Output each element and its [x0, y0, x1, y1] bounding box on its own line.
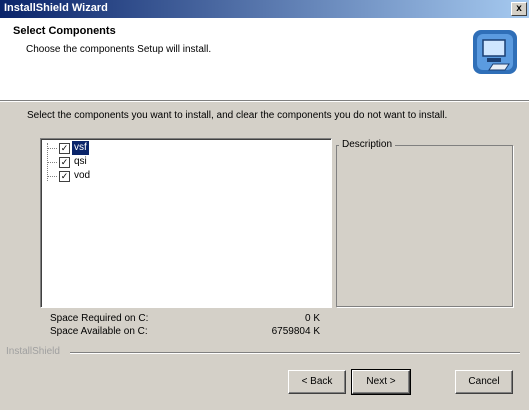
- checkbox-vod[interactable]: ✓: [59, 171, 70, 182]
- back-button[interactable]: < Back: [288, 370, 346, 394]
- checkbox-vsf[interactable]: ✓: [59, 143, 70, 154]
- header-divider: [0, 100, 529, 102]
- next-button[interactable]: Next >: [351, 369, 411, 395]
- space-available-row: Space Available on C: 6759804 K: [50, 326, 320, 338]
- page-subtitle: Choose the components Setup will install…: [26, 44, 212, 55]
- tree-item-vsf[interactable]: ✓ vsf: [41, 141, 161, 155]
- checkbox-qsi[interactable]: ✓: [59, 157, 70, 168]
- instructions-text: Select the components you want to instal…: [27, 110, 448, 121]
- space-required-value: 0 K: [304, 313, 320, 324]
- component-tree[interactable]: ✓ vsf ✓ qsi ✓ vod: [40, 138, 332, 308]
- tree-item-vod[interactable]: ✓ vod: [41, 169, 161, 183]
- footer-divider: [70, 352, 520, 354]
- title-bar[interactable]: InstallShield Wizard x: [0, 0, 529, 18]
- description-label: Description: [339, 139, 396, 150]
- header-panel: Select Components Choose the components …: [0, 18, 529, 100]
- installshield-window: InstallShield Wizard x Select Components…: [0, 0, 529, 410]
- tree-branch: [47, 162, 57, 163]
- component-label: qsi: [74, 156, 87, 167]
- space-required-label: Space Required on C:: [50, 313, 149, 324]
- component-label: vod: [74, 170, 91, 181]
- computer-install-icon: [473, 30, 517, 74]
- description-group: [336, 145, 513, 307]
- cancel-button[interactable]: Cancel: [455, 370, 513, 394]
- space-available-value: 6759804 K: [271, 326, 320, 337]
- tree-branch: [47, 176, 57, 177]
- close-button[interactable]: x: [511, 2, 527, 16]
- tree-item-qsi[interactable]: ✓ qsi: [41, 155, 161, 169]
- space-required-row: Space Required on C: 0 K: [50, 313, 320, 325]
- component-label: vsf: [72, 141, 89, 155]
- space-available-label: Space Available on C:: [50, 326, 148, 337]
- page-title: Select Components: [13, 25, 116, 37]
- tree-branch: [47, 148, 57, 149]
- window-title: InstallShield Wizard: [4, 2, 108, 14]
- installshield-brand: InstallShield: [6, 346, 60, 357]
